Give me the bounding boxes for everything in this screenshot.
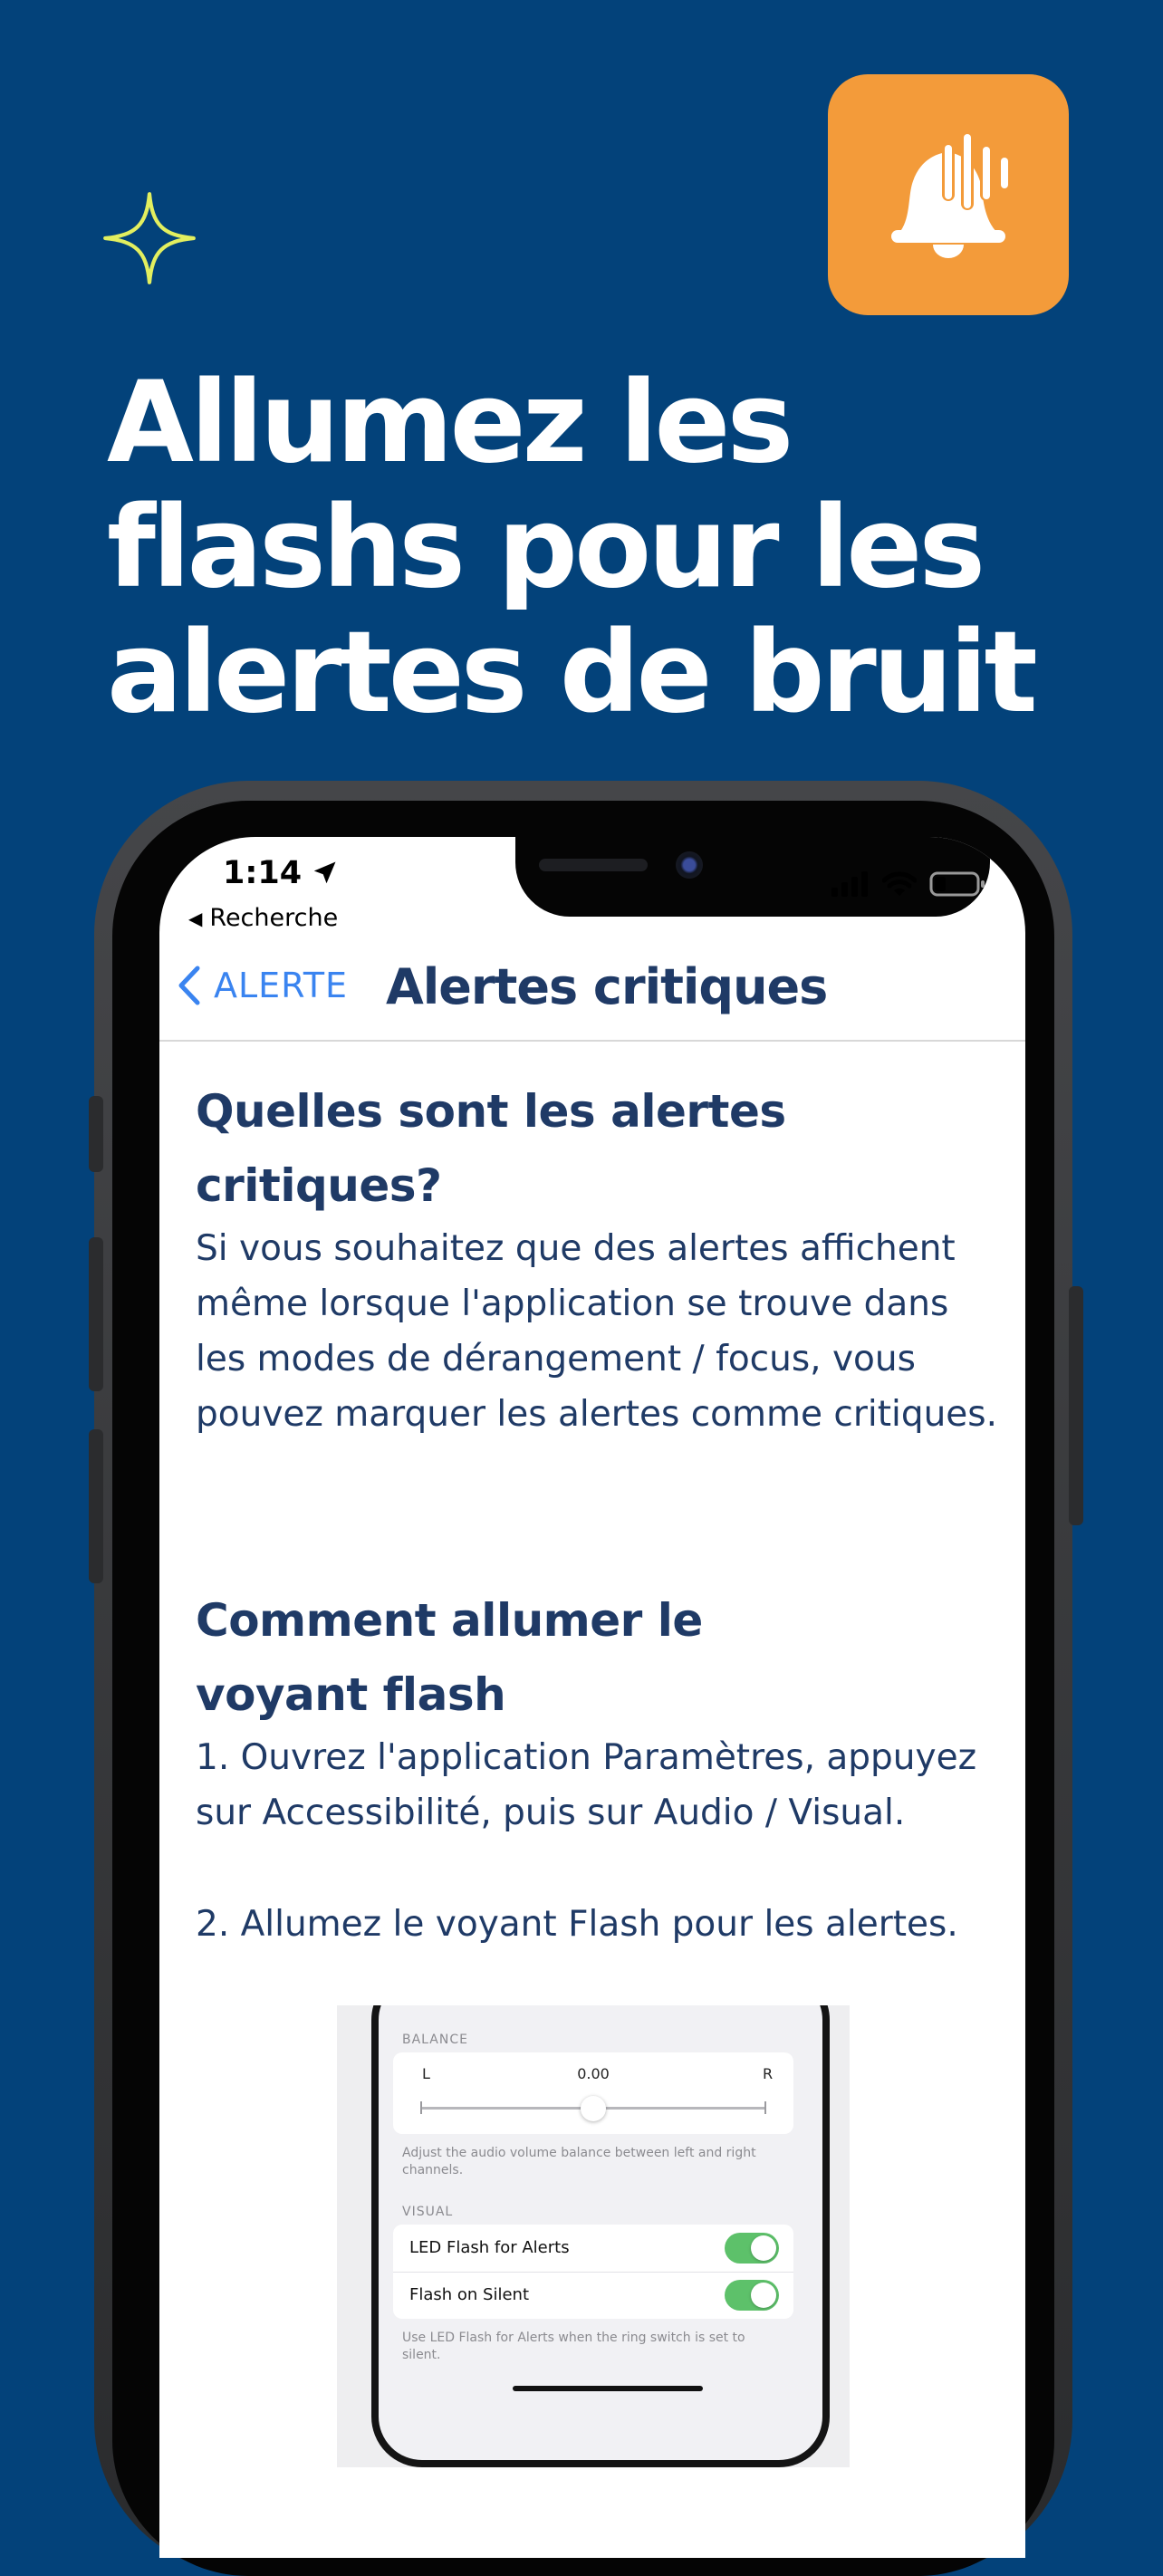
section2-step2: 2. Allumez le voyant Flash pour les aler… [196,1904,958,1945]
visual-section-header: VISUAL [402,2205,454,2219]
settings-row-flash-silent: Flash on Silent [393,2272,793,2319]
headline: Allumez les flashs pour les alertes de b… [107,358,1038,738]
balance-note: Adjust the audio volume balance between … [402,2146,756,2177]
led-flash-toggle[interactable] [725,2233,779,2264]
footer-note: Use LED Flash for Alerts when the ring s… [402,2331,745,2362]
app-icon [828,74,1069,315]
balance-card: L 0.00 R [393,2052,793,2134]
section1-body: Si vous souhaitez que des alertes affich… [196,1228,998,1435]
side-button-volume-up [89,1237,103,1391]
status-icons [831,871,985,897]
bell-sound-icon [891,132,1010,258]
side-button-silent [89,1096,103,1172]
visual-card: LED Flash for Alerts Flash on Silent [393,2225,793,2319]
back-triangle-icon: ◀ [188,907,203,929]
flash-silent-toggle[interactable] [725,2280,779,2311]
settings-row-led-flash: LED Flash for Alerts [393,2225,793,2273]
balance-value: 0.00 [577,2065,610,2082]
balance-tick-left [420,2101,422,2114]
location-arrow-icon [313,861,336,884]
nav-back-label: ALERTE [214,966,349,1005]
front-camera [676,851,703,879]
sparkle-icon [103,192,196,284]
balance-tick-right [764,2101,766,2114]
battery-icon [929,871,985,897]
led-flash-label: LED Flash for Alerts [409,2238,570,2257]
nav-back-button[interactable]: ALERTE [178,966,348,1005]
side-button-volume-down [89,1429,103,1583]
balance-slider-thumb[interactable] [581,2096,606,2121]
section1-title: Quelles sont les alertes critiques? [196,1085,786,1212]
back-to-app-link[interactable]: ◀ Recherche [188,904,338,932]
back-app-label: Recherche [209,904,339,932]
cellular-signal-icon [831,871,868,897]
balance-right-label: R [763,2065,774,2082]
settings-screenshot-phone: BALANCE L 0.00 R Adjust the audio volume… [371,2005,830,2467]
side-button-power [1069,1286,1083,1525]
section2-title: Comment allumer le voyant flash [196,1594,703,1721]
navigation-bar: ALERTE Alertes critiques [159,947,1025,1042]
earpiece-speaker [539,859,648,871]
settings-screenshot: BALANCE L 0.00 R Adjust the audio volume… [337,2005,850,2467]
chevron-left-icon [178,966,200,1005]
balance-section-header: BALANCE [402,2033,468,2047]
flash-silent-label: Flash on Silent [409,2285,530,2304]
home-indicator [513,2386,703,2391]
status-time-label: 1:14 [223,855,303,891]
nav-title: Alertes critiques [386,958,828,1015]
section2-step1: 1. Ouvrez l'application Paramètres, appu… [196,1737,977,1833]
status-time: 1:14 [223,855,338,891]
wifi-icon [882,871,917,896]
